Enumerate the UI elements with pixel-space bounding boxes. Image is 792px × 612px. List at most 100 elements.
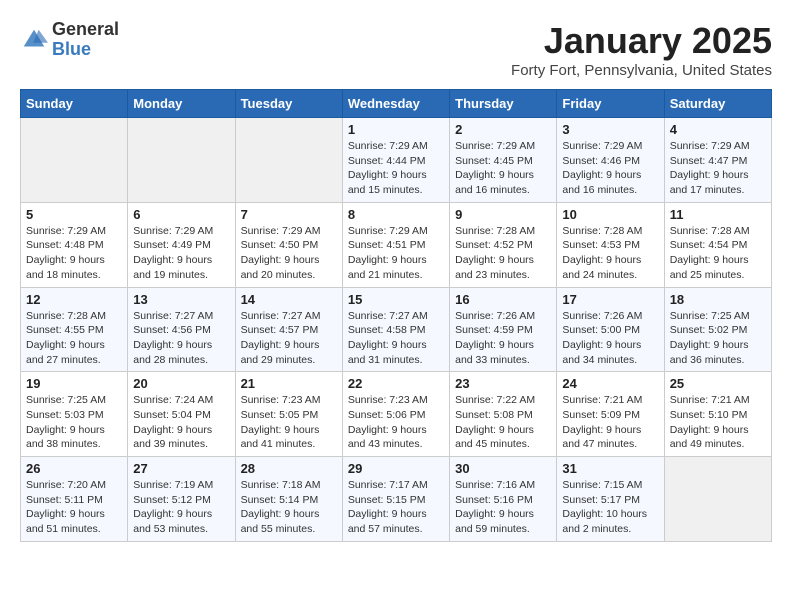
- day-number: 22: [348, 376, 444, 391]
- day-number: 8: [348, 207, 444, 222]
- day-number: 11: [670, 207, 766, 222]
- calendar-cell: 18 Sunrise: 7:25 AM Sunset: 5:02 PM Dayli…: [664, 287, 771, 372]
- logo-text: General Blue: [52, 20, 119, 60]
- day-info: Sunrise: 7:29 AM Sunset: 4:51 PM Dayligh…: [348, 224, 444, 283]
- calendar-cell: 29 Sunrise: 7:17 AM Sunset: 5:15 PM Dayli…: [342, 457, 449, 542]
- calendar-cell: 19 Sunrise: 7:25 AM Sunset: 5:03 PM Dayli…: [21, 372, 128, 457]
- calendar-cell: 8 Sunrise: 7:29 AM Sunset: 4:51 PM Daylig…: [342, 202, 449, 287]
- calendar-cell: 25Sunrise: 7:21 AM Sunset: 5:10 PM Dayli…: [664, 372, 771, 457]
- day-number: 1: [348, 122, 444, 137]
- calendar-week-row: 1 Sunrise: 7:29 AM Sunset: 4:44 PM Daylig…: [21, 118, 772, 203]
- day-info: Sunrise: 7:29 AM Sunset: 4:48 PM Dayligh…: [26, 224, 122, 283]
- day-info: Sunrise: 7:24 AM Sunset: 5:04 PM Dayligh…: [133, 393, 229, 452]
- calendar-cell: 1 Sunrise: 7:29 AM Sunset: 4:44 PM Daylig…: [342, 118, 449, 203]
- calendar-table: SundayMondayTuesdayWednesdayThursdayFrid…: [20, 89, 772, 542]
- page-header: General Blue January 2025 Forty Fort, Pe…: [20, 20, 772, 79]
- calendar-week-row: 5Sunrise: 7:29 AM Sunset: 4:48 PM Daylig…: [21, 202, 772, 287]
- day-info: Sunrise: 7:29 AM Sunset: 4:46 PM Dayligh…: [562, 139, 658, 198]
- logo-general-label: General: [52, 20, 119, 40]
- weekday-header-friday: Friday: [557, 90, 664, 118]
- calendar-cell: 4 Sunrise: 7:29 AM Sunset: 4:47 PM Daylig…: [664, 118, 771, 203]
- day-info: Sunrise: 7:20 AM Sunset: 5:11 PM Dayligh…: [26, 478, 122, 537]
- calendar-cell: 9 Sunrise: 7:28 AM Sunset: 4:52 PM Daylig…: [450, 202, 557, 287]
- day-info: Sunrise: 7:19 AM Sunset: 5:12 PM Dayligh…: [133, 478, 229, 537]
- weekday-header-saturday: Saturday: [664, 90, 771, 118]
- day-info: Sunrise: 7:27 AM Sunset: 4:58 PM Dayligh…: [348, 309, 444, 368]
- day-number: 13: [133, 292, 229, 307]
- day-number: 29: [348, 461, 444, 476]
- calendar-cell: [21, 118, 128, 203]
- day-number: 2: [455, 122, 551, 137]
- day-info: Sunrise: 7:28 AM Sunset: 4:55 PM Dayligh…: [26, 309, 122, 368]
- title-block: January 2025 Forty Fort, Pennsylvania, U…: [511, 20, 772, 79]
- calendar-cell: 10 Sunrise: 7:28 AM Sunset: 4:53 PM Dayli…: [557, 202, 664, 287]
- calendar-cell: 23 Sunrise: 7:22 AM Sunset: 5:08 PM Dayli…: [450, 372, 557, 457]
- weekday-header-row: SundayMondayTuesdayWednesdayThursdayFrid…: [21, 90, 772, 118]
- calendar-cell: 28Sunrise: 7:18 AM Sunset: 5:14 PM Dayli…: [235, 457, 342, 542]
- location-label: Forty Fort, Pennsylvania, United States: [511, 62, 772, 79]
- day-info: Sunrise: 7:22 AM Sunset: 5:08 PM Dayligh…: [455, 393, 551, 452]
- calendar-cell: 26 Sunrise: 7:20 AM Sunset: 5:11 PM Dayli…: [21, 457, 128, 542]
- day-info: Sunrise: 7:29 AM Sunset: 4:47 PM Dayligh…: [670, 139, 766, 198]
- logo-blue-label: Blue: [52, 40, 119, 60]
- calendar-cell: 22 Sunrise: 7:23 AM Sunset: 5:06 PM Dayli…: [342, 372, 449, 457]
- calendar-cell: 27 Sunrise: 7:19 AM Sunset: 5:12 PM Dayli…: [128, 457, 235, 542]
- logo-icon: [20, 26, 48, 54]
- day-info: Sunrise: 7:25 AM Sunset: 5:02 PM Dayligh…: [670, 309, 766, 368]
- calendar-cell: 5Sunrise: 7:29 AM Sunset: 4:48 PM Daylig…: [21, 202, 128, 287]
- calendar-week-row: 26 Sunrise: 7:20 AM Sunset: 5:11 PM Dayli…: [21, 457, 772, 542]
- day-info: Sunrise: 7:26 AM Sunset: 4:59 PM Dayligh…: [455, 309, 551, 368]
- calendar-cell: [235, 118, 342, 203]
- day-info: Sunrise: 7:28 AM Sunset: 4:54 PM Dayligh…: [670, 224, 766, 283]
- day-info: Sunrise: 7:29 AM Sunset: 4:49 PM Dayligh…: [133, 224, 229, 283]
- day-number: 19: [26, 376, 122, 391]
- calendar-cell: 17 Sunrise: 7:26 AM Sunset: 5:00 PM Dayli…: [557, 287, 664, 372]
- day-number: 7: [241, 207, 337, 222]
- calendar-cell: 15Sunrise: 7:27 AM Sunset: 4:58 PM Dayli…: [342, 287, 449, 372]
- calendar-week-row: 19 Sunrise: 7:25 AM Sunset: 5:03 PM Dayli…: [21, 372, 772, 457]
- day-info: Sunrise: 7:16 AM Sunset: 5:16 PM Dayligh…: [455, 478, 551, 537]
- day-number: 24: [562, 376, 658, 391]
- day-number: 3: [562, 122, 658, 137]
- day-info: Sunrise: 7:29 AM Sunset: 4:50 PM Dayligh…: [241, 224, 337, 283]
- calendar-week-row: 12Sunrise: 7:28 AM Sunset: 4:55 PM Dayli…: [21, 287, 772, 372]
- day-info: Sunrise: 7:17 AM Sunset: 5:15 PM Dayligh…: [348, 478, 444, 537]
- day-info: Sunrise: 7:15 AM Sunset: 5:17 PM Dayligh…: [562, 478, 658, 537]
- day-number: 9: [455, 207, 551, 222]
- weekday-header-thursday: Thursday: [450, 90, 557, 118]
- calendar-cell: [664, 457, 771, 542]
- calendar-cell: 12Sunrise: 7:28 AM Sunset: 4:55 PM Dayli…: [21, 287, 128, 372]
- weekday-header-monday: Monday: [128, 90, 235, 118]
- day-number: 10: [562, 207, 658, 222]
- day-number: 25: [670, 376, 766, 391]
- day-number: 20: [133, 376, 229, 391]
- day-info: Sunrise: 7:27 AM Sunset: 4:56 PM Dayligh…: [133, 309, 229, 368]
- day-info: Sunrise: 7:18 AM Sunset: 5:14 PM Dayligh…: [241, 478, 337, 537]
- day-number: 27: [133, 461, 229, 476]
- day-number: 30: [455, 461, 551, 476]
- day-info: Sunrise: 7:28 AM Sunset: 4:53 PM Dayligh…: [562, 224, 658, 283]
- weekday-header-wednesday: Wednesday: [342, 90, 449, 118]
- calendar-cell: 7 Sunrise: 7:29 AM Sunset: 4:50 PM Daylig…: [235, 202, 342, 287]
- day-number: 4: [670, 122, 766, 137]
- day-number: 31: [562, 461, 658, 476]
- day-number: 17: [562, 292, 658, 307]
- weekday-header-sunday: Sunday: [21, 90, 128, 118]
- day-info: Sunrise: 7:28 AM Sunset: 4:52 PM Dayligh…: [455, 224, 551, 283]
- calendar-cell: 14Sunrise: 7:27 AM Sunset: 4:57 PM Dayli…: [235, 287, 342, 372]
- day-info: Sunrise: 7:29 AM Sunset: 4:44 PM Dayligh…: [348, 139, 444, 198]
- calendar-cell: 30 Sunrise: 7:16 AM Sunset: 5:16 PM Dayli…: [450, 457, 557, 542]
- day-number: 6: [133, 207, 229, 222]
- day-number: 23: [455, 376, 551, 391]
- day-number: 26: [26, 461, 122, 476]
- calendar-cell: 16 Sunrise: 7:26 AM Sunset: 4:59 PM Dayli…: [450, 287, 557, 372]
- day-number: 16: [455, 292, 551, 307]
- day-info: Sunrise: 7:26 AM Sunset: 5:00 PM Dayligh…: [562, 309, 658, 368]
- day-info: Sunrise: 7:21 AM Sunset: 5:09 PM Dayligh…: [562, 393, 658, 452]
- calendar-cell: 2 Sunrise: 7:29 AM Sunset: 4:45 PM Daylig…: [450, 118, 557, 203]
- day-info: Sunrise: 7:23 AM Sunset: 5:06 PM Dayligh…: [348, 393, 444, 452]
- day-number: 18: [670, 292, 766, 307]
- month-title: January 2025: [511, 20, 772, 62]
- day-info: Sunrise: 7:25 AM Sunset: 5:03 PM Dayligh…: [26, 393, 122, 452]
- day-info: Sunrise: 7:29 AM Sunset: 4:45 PM Dayligh…: [455, 139, 551, 198]
